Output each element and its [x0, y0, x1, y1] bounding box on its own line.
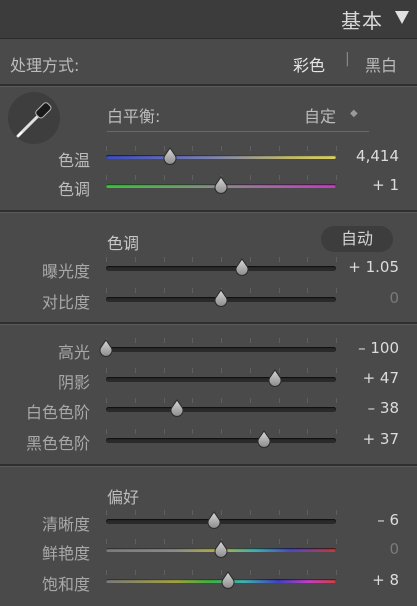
slider-thumb-vibrance[interactable]: [214, 540, 228, 558]
slider-value-temp[interactable]: 4,414: [309, 147, 399, 165]
divider: [0, 210, 417, 213]
slider-thumb-temp[interactable]: [163, 147, 177, 165]
slider-track-whites[interactable]: [106, 407, 336, 412]
slider-thumb-contrast[interactable]: [214, 289, 228, 307]
slider-ticks: [106, 257, 337, 263]
slider-ticks: [106, 368, 337, 374]
eyedropper-button[interactable]: [8, 92, 60, 144]
slider-value-saturation[interactable]: + 8: [309, 571, 399, 589]
treatment-color-option[interactable]: 彩色: [293, 52, 325, 76]
presence-section-title: 偏好: [107, 488, 140, 507]
slider-thumb-clarity[interactable]: [207, 511, 221, 529]
collapse-triangle-icon[interactable]: [395, 11, 409, 24]
panel-title: 基本: [341, 9, 383, 33]
slider-label-blacks: 黑色色阶: [25, 434, 90, 453]
slider-value-tint[interactable]: + 1: [309, 176, 399, 194]
slider-value-vibrance[interactable]: 0: [309, 540, 399, 558]
slider-thumb-highlights[interactable]: [99, 339, 113, 357]
tone-auto-button[interactable]: 自动: [321, 226, 393, 252]
slider-track-blacks[interactable]: [106, 438, 336, 443]
slider-thumb-tint[interactable]: [214, 176, 228, 194]
treatment-separator: |: [345, 51, 350, 67]
slider-value-exposure[interactable]: + 1.05: [309, 258, 399, 276]
slider-label-shadows: 阴影: [57, 373, 90, 392]
slider-label-vibrance: 鲜艳度: [41, 544, 90, 563]
slider-label-saturation: 饱和度: [41, 575, 90, 594]
slider-thumb-whites[interactable]: [170, 399, 184, 417]
white-balance-underline: [107, 131, 369, 132]
slider-label-temp: 色温: [57, 151, 90, 170]
white-balance-value[interactable]: 自定: [304, 103, 336, 127]
slider-ticks: [106, 398, 337, 404]
slider-value-highlights[interactable]: – 100: [309, 339, 399, 357]
slider-ticks: [106, 429, 337, 435]
slider-value-blacks[interactable]: + 37: [309, 430, 399, 448]
slider-value-contrast[interactable]: 0: [309, 289, 399, 307]
divider: [0, 322, 417, 325]
slider-track-exposure[interactable]: [106, 266, 336, 271]
panel-header[interactable]: 基本: [0, 0, 417, 39]
slider-thumb-blacks[interactable]: [257, 430, 271, 448]
slider-label-exposure: 曝光度: [41, 262, 90, 281]
slider-ticks: [106, 338, 337, 344]
slider-value-shadows[interactable]: + 47: [309, 369, 399, 387]
tone-section-title: 色调: [107, 234, 140, 253]
white-balance-dropdown-icon[interactable]: ◆: [350, 108, 358, 119]
slider-thumb-exposure[interactable]: [235, 258, 249, 276]
slider-track-shadows[interactable]: [106, 377, 336, 382]
slider-label-tint: 色调: [57, 180, 90, 199]
slider-track-temp[interactable]: [106, 155, 336, 159]
treatment-label: 处理方式:: [10, 56, 80, 75]
slider-value-whites[interactable]: – 38: [309, 399, 399, 417]
slider-ticks: [106, 146, 337, 152]
divider: [0, 84, 417, 87]
white-balance-label: 白平衡:: [107, 107, 161, 126]
slider-label-highlights: 高光: [57, 343, 90, 362]
slider-track-highlights[interactable]: [106, 347, 336, 352]
slider-thumb-saturation[interactable]: [221, 571, 235, 589]
slider-label-contrast: 对比度: [41, 293, 90, 312]
slider-thumb-shadows[interactable]: [268, 369, 282, 387]
slider-label-whites: 白色色阶: [25, 403, 90, 422]
divider: [0, 464, 417, 467]
treatment-bw-option[interactable]: 黑白: [365, 52, 397, 76]
slider-value-clarity[interactable]: – 6: [309, 511, 399, 529]
eyedropper-icon: [16, 102, 52, 138]
slider-label-clarity: 清晰度: [41, 515, 90, 534]
